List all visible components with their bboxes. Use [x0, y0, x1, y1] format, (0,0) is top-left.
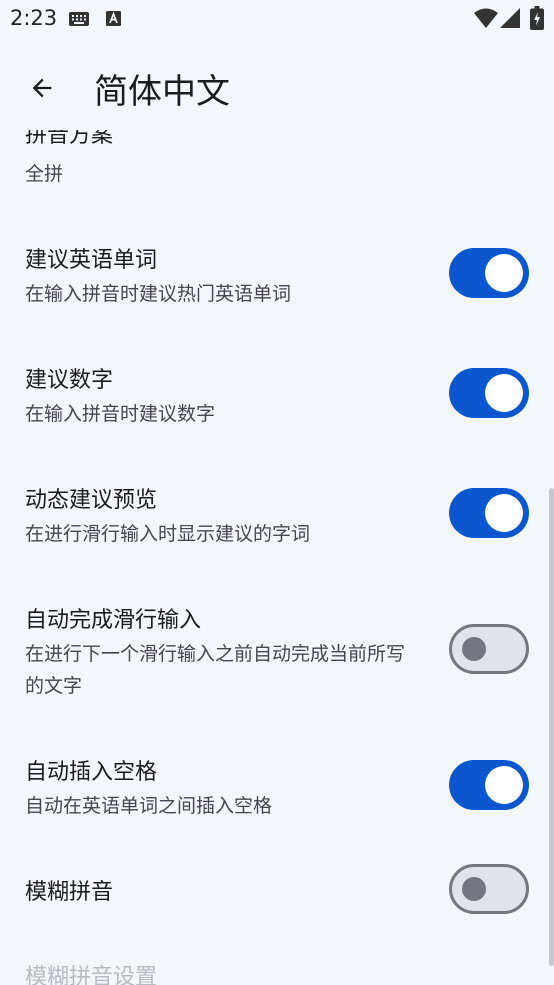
switch-thumb: [485, 254, 523, 292]
pref-suggest-english-words[interactable]: 建议英语单词 在输入拼音时建议热门英语单词: [0, 242, 554, 312]
pref-title: 模糊拼音: [25, 880, 114, 905]
wifi-icon: [474, 8, 498, 28]
dynamic-suggestion-preview-switch[interactable]: [449, 488, 529, 538]
battery-icon: [530, 6, 544, 30]
switch-thumb: [485, 766, 523, 804]
pref-title: 建议数字: [25, 368, 114, 393]
back-button[interactable]: [20, 66, 64, 110]
pref-summary: 在输入拼音时建议数字: [25, 403, 216, 425]
switch-thumb: [462, 877, 486, 901]
scrollbar[interactable]: [549, 488, 554, 966]
pref-suggest-numbers[interactable]: 建议数字 在输入拼音时建议数字: [0, 362, 554, 432]
status-time: 2:23: [10, 6, 58, 30]
fuzzy-pinyin-switch[interactable]: [449, 864, 529, 914]
pref-auto-insert-space[interactable]: 自动插入空格 自动在英语单词之间插入空格: [0, 754, 554, 824]
pref-summary: 在进行滑行输入时显示建议的字词: [25, 523, 311, 545]
arrow-back-icon: [32, 78, 52, 98]
auto-complete-gesture-switch[interactable]: [449, 624, 529, 674]
pref-summary: 自动在英语单词之间插入空格: [25, 795, 273, 817]
pref-title: 自动完成滑行输入: [25, 608, 202, 633]
signal-icon: [500, 8, 520, 28]
pref-dynamic-suggestion-preview[interactable]: 动态建议预览 在进行滑行输入时显示建议的字词: [0, 482, 554, 552]
pref-auto-complete-gesture[interactable]: 自动完成滑行输入 在进行下一个滑行输入之前自动完成当前所写的文字: [0, 602, 554, 702]
pref-fuzzy-pinyin[interactable]: 模糊拼音: [0, 864, 554, 924]
suggest-english-words-switch[interactable]: [449, 248, 529, 298]
status-bar: 2:23: [0, 0, 554, 38]
pinyin-scheme-summary: 全拼: [25, 163, 64, 185]
page-title: 简体中文: [94, 72, 230, 112]
switch-thumb: [462, 637, 486, 661]
autofill-icon: [106, 11, 121, 26]
app-bar: 简体中文: [0, 38, 554, 130]
switch-thumb: [485, 374, 523, 412]
pinyin-scheme-title: 拼音方案: [25, 130, 114, 148]
suggest-numbers-switch[interactable]: [449, 368, 529, 418]
fuzzy-pinyin-settings-item: 模糊拼音设置: [25, 965, 158, 985]
pref-summary: 在输入拼音时建议热门英语单词: [25, 283, 292, 305]
preference-list[interactable]: 拼音方案 全拼 建议英语单词 在输入拼音时建议热门英语单词 建议数字 在输入拼音…: [0, 130, 554, 985]
auto-insert-space-switch[interactable]: [449, 760, 529, 810]
keyboard-icon: [69, 12, 89, 26]
pref-title: 动态建议预览: [25, 488, 158, 513]
pref-title: 建议英语单词: [25, 248, 158, 273]
pref-title: 自动插入空格: [25, 760, 158, 785]
pinyin-scheme-item[interactable]: 拼音方案 全拼: [0, 130, 554, 190]
pref-summary: 在进行下一个滑行输入之前自动完成当前所写的文字: [25, 643, 406, 697]
switch-thumb: [485, 494, 523, 532]
